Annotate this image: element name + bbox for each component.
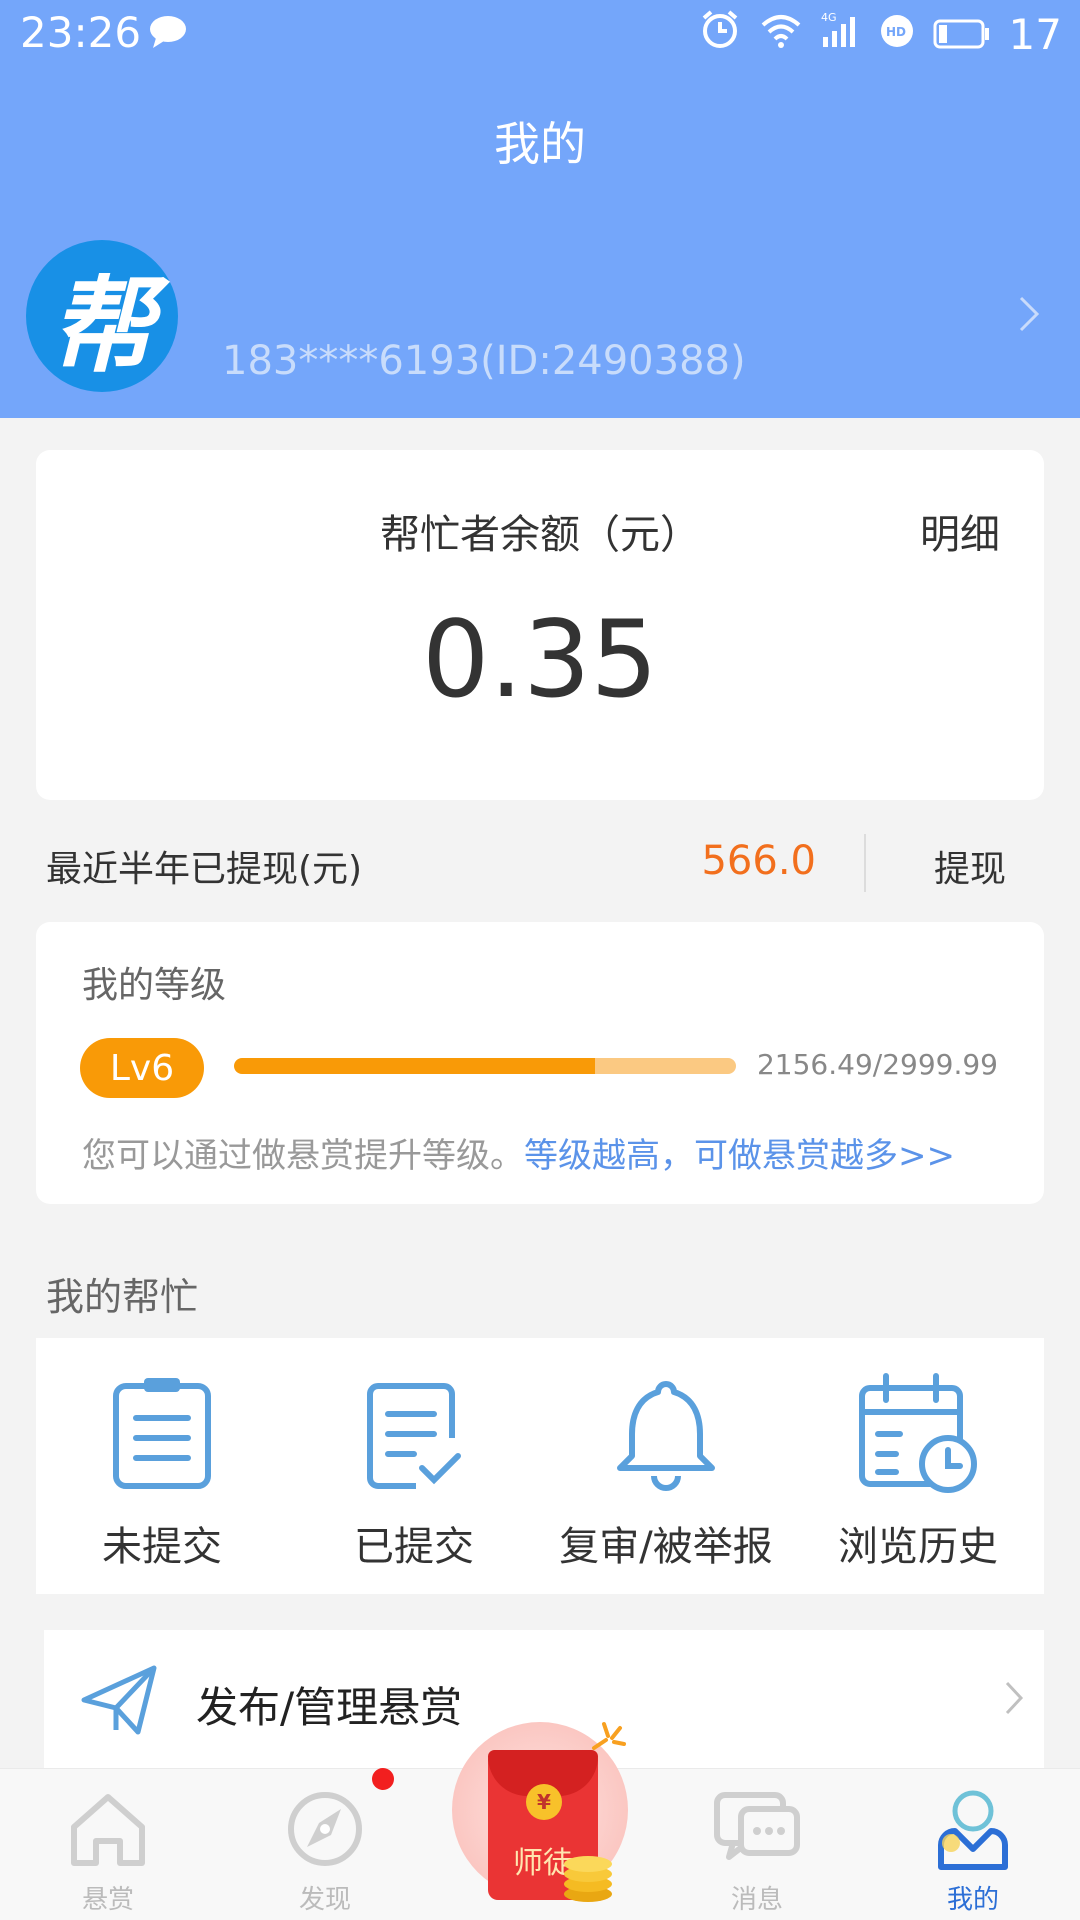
- publish-manage-label: 发布/管理悬赏: [196, 1683, 463, 1732]
- yuan-coin-icon: ¥: [526, 1784, 562, 1820]
- tab-reward[interactable]: 悬赏: [33, 1769, 183, 1920]
- svg-text:4G: 4G: [821, 11, 837, 24]
- status-bar: 23:26 4G HD 17: [0, 0, 1080, 70]
- alarm-icon: [699, 8, 741, 60]
- discover-notification-dot: [372, 1768, 394, 1790]
- level-progress-bar: [234, 1058, 736, 1074]
- balance-card: 帮忙者余额（元） 明细 0.35: [36, 450, 1044, 800]
- signal-4g-icon: 4G: [821, 10, 861, 59]
- clipboard-list-icon: [108, 1372, 216, 1496]
- header: 23:26 4G HD 17 我的 帮 183****6193(ID:24903…: [0, 0, 1080, 418]
- tab-label: 发现: [298, 1885, 351, 1915]
- help-item-label: 复审/被举报: [559, 1524, 773, 1570]
- withdraw-label: 最近半年已提现(元): [46, 849, 363, 890]
- hd-icon: HD: [879, 10, 915, 59]
- chevron-right-icon: [1004, 1680, 1024, 1720]
- battery-icon: [933, 10, 991, 59]
- level-badge: Lv6: [80, 1038, 204, 1098]
- tab-messages[interactable]: 消息: [682, 1769, 832, 1920]
- tab-label: 悬赏: [81, 1885, 134, 1915]
- calendar-clock-icon: [856, 1372, 980, 1496]
- message-notification-icon: [148, 14, 188, 54]
- home-icon: [66, 1785, 150, 1873]
- detail-link[interactable]: 明细: [920, 502, 1000, 560]
- my-help-grid: 未提交 已提交 复审/被举报 浏览历史: [36, 1338, 1044, 1594]
- status-time: 23:26: [20, 8, 142, 57]
- balance-label: 帮忙者余额（元）: [380, 512, 700, 558]
- level-tip-link[interactable]: 等级越高，可做悬赏越多>>: [524, 1136, 955, 1176]
- bell-icon: [612, 1372, 720, 1496]
- help-item-label: 已提交: [354, 1524, 474, 1570]
- tab-label: 我的: [946, 1885, 999, 1915]
- my-help-title: 我的帮忙: [46, 1275, 199, 1319]
- sparkle-icon: [586, 1718, 630, 1766]
- withdraw-button[interactable]: 提现: [934, 840, 1006, 892]
- page-title: 我的: [494, 117, 586, 171]
- level-card: 我的等级 Lv6 2156.49/2999.99 您可以通过做悬赏提升等级。等级…: [36, 922, 1044, 1204]
- status-icons: 4G HD 17: [699, 8, 1062, 60]
- tab-mine[interactable]: 我的: [898, 1769, 1048, 1920]
- help-item-label: 浏览历史: [838, 1524, 998, 1570]
- level-tip: 您可以通过做悬赏提升等级。等级越高，可做悬赏越多>>: [82, 1128, 955, 1177]
- help-item-label: 未提交: [102, 1524, 222, 1570]
- user-id: 183****6193(ID:2490388): [222, 338, 746, 384]
- help-item-review[interactable]: 复审/被举报: [540, 1338, 792, 1594]
- paper-plane-icon: [80, 1660, 160, 1744]
- gold-coins-icon: [560, 1852, 616, 1908]
- battery-level: 17: [1008, 9, 1062, 59]
- avatar[interactable]: 帮: [26, 240, 178, 392]
- level-title: 我的等级: [82, 965, 227, 1006]
- help-item-submitted[interactable]: 已提交: [288, 1338, 540, 1594]
- help-item-history[interactable]: 浏览历史: [792, 1338, 1044, 1594]
- help-item-unsubmitted[interactable]: 未提交: [36, 1338, 288, 1594]
- svg-text:HD: HD: [886, 25, 906, 39]
- tab-label: 消息: [730, 1885, 783, 1915]
- chevron-right-icon[interactable]: [1018, 295, 1040, 337]
- user-icon: [931, 1785, 1015, 1873]
- compass-icon: [283, 1785, 367, 1873]
- document-check-icon: [360, 1372, 468, 1496]
- wifi-icon: [759, 10, 803, 59]
- divider: [864, 834, 866, 892]
- withdraw-amount: 566.0: [701, 838, 816, 884]
- balance-value: 0.35: [421, 598, 658, 721]
- level-progress-fill: [234, 1058, 595, 1074]
- withdraw-row: 最近半年已提现(元) 566.0 提现: [0, 830, 1080, 896]
- chat-icon: [713, 1785, 801, 1873]
- tab-discover[interactable]: 发现: [250, 1769, 400, 1920]
- level-points: 2156.49/2999.99: [756, 1048, 998, 1081]
- level-tip-text: 您可以通过做悬赏提升等级。: [82, 1136, 524, 1176]
